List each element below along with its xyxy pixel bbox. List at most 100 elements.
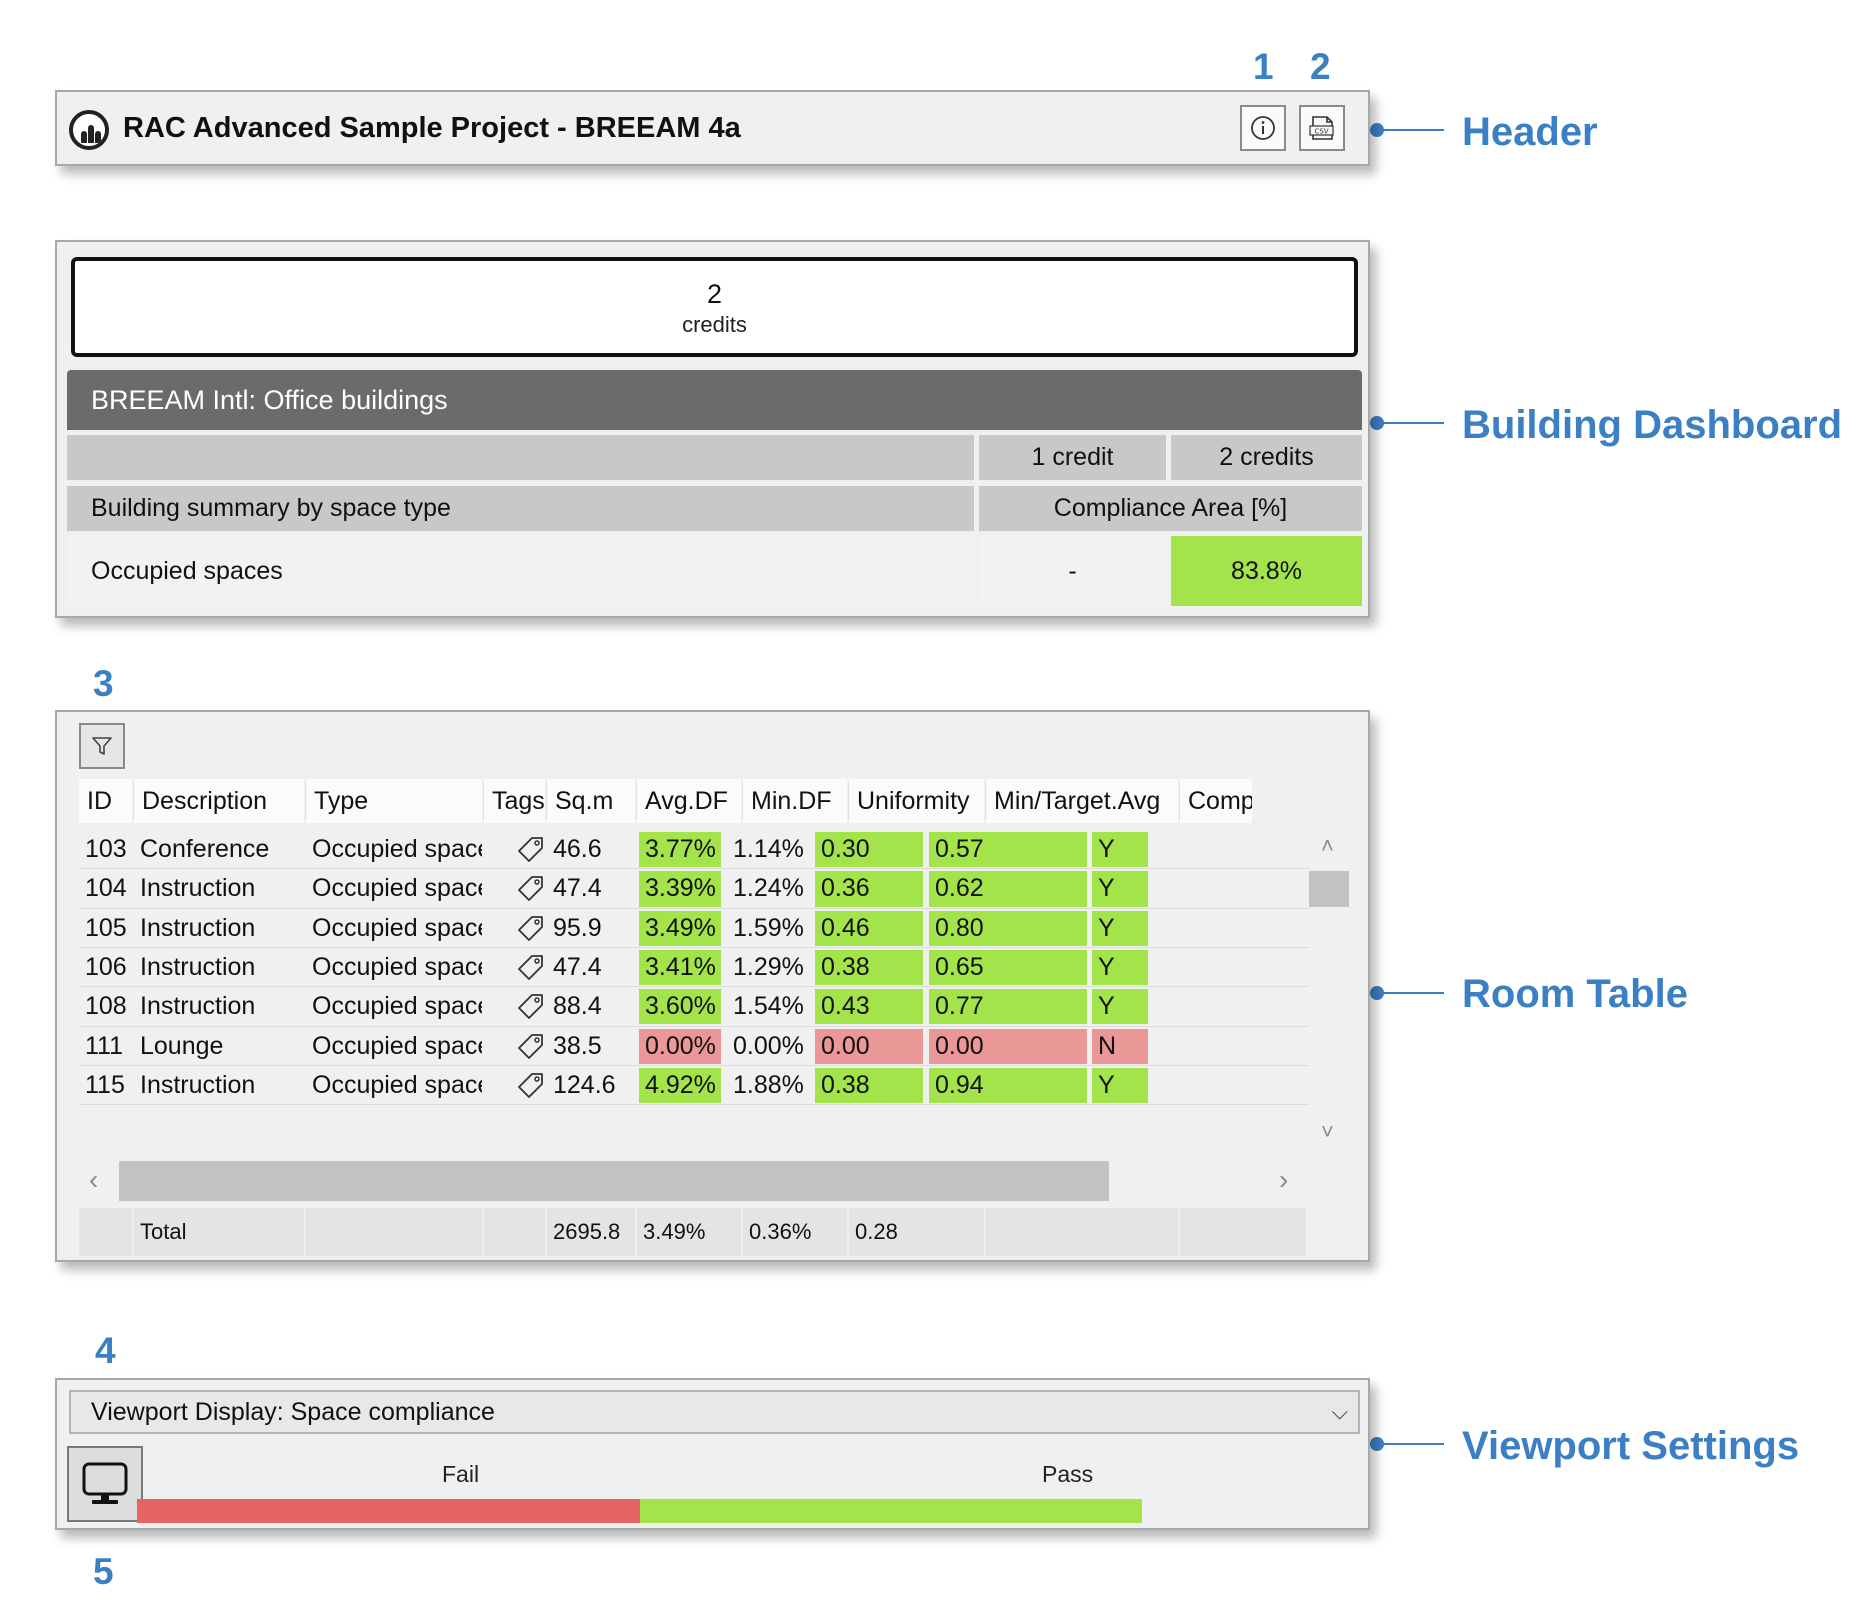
tag-icon[interactable] xyxy=(517,1071,545,1099)
vertical-scrollbar[interactable]: ˄ ˅ xyxy=(1309,831,1349,1154)
cell-min-df: 1.14% xyxy=(733,835,804,863)
legend-fail-bar xyxy=(137,1499,640,1523)
column-header-comp[interactable]: Comp xyxy=(1180,779,1252,823)
cell-description: Instruction xyxy=(140,1070,256,1099)
column-header-type[interactable]: Type xyxy=(306,779,482,823)
table-row[interactable]: 106 Instruction Occupied spaces 47.4 3.41% 1.… xyxy=(79,948,1309,987)
chevron-down-icon[interactable]: ⌵ xyxy=(1331,1392,1348,1432)
cell-avg-df: 4.92% xyxy=(639,1067,721,1104)
cell-description: Conference xyxy=(140,835,270,863)
scroll-down-arrow-icon[interactable]: ˅ xyxy=(1321,1121,1334,1143)
room-table-panel: ID Description Type Tags Sq.m Avg.DF Min… xyxy=(55,710,1370,1262)
tag-icon[interactable] xyxy=(517,953,545,981)
column-header-min-df[interactable]: Min.DF xyxy=(743,779,847,823)
column-header-description[interactable]: Description xyxy=(134,779,304,823)
cell-uniformity: 0.38 xyxy=(815,1067,923,1104)
viewport-display-value: Viewport Display: Space compliance xyxy=(91,1398,495,1426)
column-header-sqm[interactable]: Sq.m xyxy=(547,779,635,823)
cell-comp: N xyxy=(1092,1028,1148,1064)
cell-sqm: 95.9 xyxy=(553,913,602,942)
cell-min-df: 1.59% xyxy=(733,913,804,942)
svg-text:CSV: CSV xyxy=(1314,128,1328,136)
cell-id: 103 xyxy=(85,835,127,863)
csv-export-icon: CSV xyxy=(1309,116,1334,140)
column-header-min-target-avg[interactable]: Min/Target.Avg xyxy=(986,779,1178,823)
scroll-up-arrow-icon[interactable]: ˄ xyxy=(1321,835,1334,857)
info-button[interactable] xyxy=(1240,105,1286,151)
total-sqm: 2695.8 xyxy=(547,1208,635,1256)
connector-line xyxy=(1377,129,1444,131)
cell-id: 115 xyxy=(85,1070,125,1099)
vertical-scroll-thumb[interactable] xyxy=(1309,871,1349,907)
viewport-display-toggle-button[interactable] xyxy=(67,1446,143,1522)
table-row[interactable]: 105 Instruction Occupied spaces 95.9 3.49% 1.… xyxy=(79,909,1309,948)
cell-description: Instruction xyxy=(140,874,256,903)
export-csv-button[interactable]: CSV xyxy=(1299,105,1345,151)
tag-icon[interactable] xyxy=(517,874,545,902)
space-type-1-credit-value: - xyxy=(979,536,1166,606)
space-type-2-credits-value: 83.8% xyxy=(1171,536,1362,606)
header-panel: RAC Advanced Sample Project - BREEAM 4a … xyxy=(55,90,1370,166)
cell-avg-df: 3.39% xyxy=(639,871,721,907)
table-row[interactable]: 108 Instruction Occupied spaces 88.4 3.60% 1.… xyxy=(79,987,1309,1026)
filter-button[interactable] xyxy=(79,723,125,769)
credits-summary-box: 2 credits xyxy=(71,257,1358,357)
cell-uniformity: 0.46 xyxy=(815,910,923,946)
column-header-id[interactable]: ID xyxy=(79,779,132,823)
cell-sqm: 38.5 xyxy=(553,1031,602,1060)
compliance-area-header: Compliance Area [%] xyxy=(979,486,1362,531)
total-cell-min-target xyxy=(986,1208,1178,1256)
cell-min-target-avg: 0.65 xyxy=(929,949,1087,986)
column-header-uniformity[interactable]: Uniformity xyxy=(849,779,984,823)
table-row[interactable]: 104 Instruction Occupied spaces 47.4 3.39% 1.… xyxy=(79,869,1309,908)
total-cell-id xyxy=(79,1208,132,1256)
section-label-dashboard: Building Dashboard xyxy=(1462,403,1842,447)
callout-number-2: 2 xyxy=(1310,46,1331,87)
cell-avg-df: 3.77% xyxy=(639,832,721,868)
cell-comp: Y xyxy=(1092,832,1148,868)
dashboard-header-blank xyxy=(67,435,974,480)
tag-icon[interactable] xyxy=(517,1032,545,1060)
cell-avg-df: 3.60% xyxy=(639,989,721,1025)
cell-min-target-avg: 0.62 xyxy=(929,871,1087,907)
cell-sqm: 46.6 xyxy=(553,835,602,863)
cell-min-df: 1.88% xyxy=(733,1070,804,1099)
column-header-tags[interactable]: Tags xyxy=(484,779,545,823)
column-separator xyxy=(133,782,134,820)
column-header-avg-df[interactable]: Avg.DF xyxy=(637,779,741,823)
connector-line xyxy=(1377,1443,1444,1445)
cell-min-df: 1.54% xyxy=(733,992,804,1021)
horizontal-scrollbar[interactable]: ‹ › xyxy=(79,1161,1309,1201)
category-header: BREEAM Intl: Office buildings xyxy=(67,370,1362,430)
column-separator xyxy=(483,782,484,820)
column-separator xyxy=(848,782,849,820)
cell-min-target-avg: 0.80 xyxy=(929,910,1087,946)
total-cell-type xyxy=(306,1208,482,1256)
total-label: Total xyxy=(134,1208,304,1256)
cell-type: Occupied spaces xyxy=(312,952,482,981)
table-row[interactable]: 103 Conference Occupied spaces 46.6 3.77% 1.1… xyxy=(79,830,1309,869)
tag-icon[interactable] xyxy=(517,835,545,863)
app-logo-icon xyxy=(69,110,109,150)
total-min-df: 0.36% xyxy=(743,1208,847,1256)
total-avg-df: 3.49% xyxy=(637,1208,741,1256)
scroll-left-arrow-icon[interactable]: ‹ xyxy=(89,1166,98,1194)
project-title: RAC Advanced Sample Project - BREEAM 4a xyxy=(123,112,741,144)
tag-icon[interactable] xyxy=(517,992,545,1020)
cell-type: Occupied spaces xyxy=(312,992,482,1021)
cell-type: Occupied spaces xyxy=(312,913,482,942)
cell-sqm: 47.4 xyxy=(553,952,602,981)
viewport-display-dropdown[interactable]: Viewport Display: Space compliance ⌵ xyxy=(69,1390,1360,1434)
horizontal-scroll-thumb[interactable] xyxy=(119,1161,1109,1201)
cell-sqm: 47.4 xyxy=(553,874,602,903)
info-icon xyxy=(1251,116,1275,140)
column-separator xyxy=(636,782,637,820)
column-1-credit: 1 credit xyxy=(979,435,1166,480)
scroll-right-arrow-icon[interactable]: › xyxy=(1279,1166,1288,1194)
cell-sqm: 124.6 xyxy=(553,1070,616,1099)
table-row[interactable]: 115 Instruction Occupied spaces 124.6 4.92% 1… xyxy=(79,1066,1309,1105)
cell-id: 106 xyxy=(85,952,127,981)
tag-icon[interactable] xyxy=(517,914,545,942)
cell-min-target-avg: 0.57 xyxy=(929,832,1087,868)
table-row[interactable]: 111 Lounge Occupied spaces 38.5 0.00% 0.00% 0.… xyxy=(79,1027,1309,1066)
